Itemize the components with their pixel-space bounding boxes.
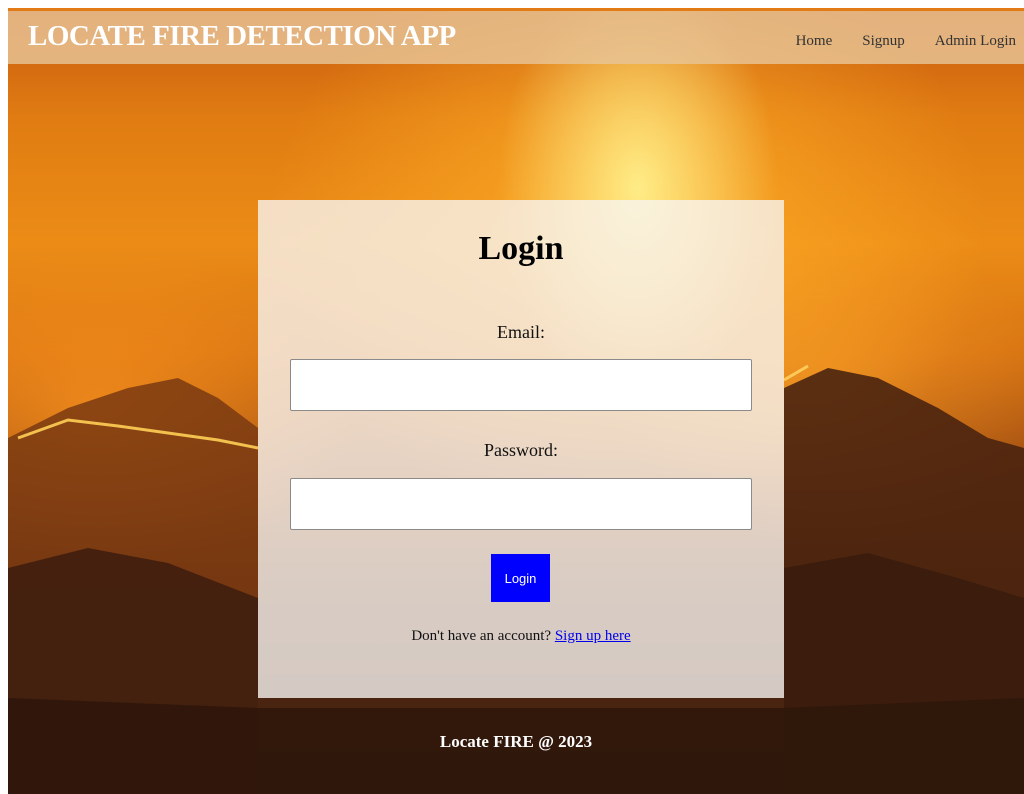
email-label: Email:	[497, 322, 545, 342]
nav-link-admin-login[interactable]: Admin Login	[935, 33, 1016, 50]
login-button[interactable]: Login	[491, 554, 550, 602]
login-card: Login Email: Password: Login Don't have …	[258, 200, 784, 698]
password-field[interactable]	[290, 478, 752, 530]
signup-prompt: Don't have an account? Sign up here	[258, 628, 784, 645]
fire-background: LOCATE FIRE DETECTION APP Home Signup Ad…	[8, 8, 1024, 794]
password-label: Password:	[483, 440, 558, 460]
email-field[interactable]	[290, 359, 752, 411]
nav-link-home[interactable]: Home	[796, 33, 833, 50]
login-title: Login	[478, 230, 564, 267]
nav-links: Home Signup Admin Login	[766, 33, 1016, 50]
top-navbar: LOCATE FIRE DETECTION APP Home Signup Ad…	[8, 8, 1024, 64]
signup-prompt-text: Don't have an account?	[411, 628, 555, 644]
nav-link-signup[interactable]: Signup	[862, 33, 905, 50]
footer-copyright: Locate FIRE @ 2023	[439, 732, 593, 751]
signup-link[interactable]: Sign up here	[555, 628, 631, 644]
app-brand-title[interactable]: LOCATE FIRE DETECTION APP	[28, 20, 456, 53]
